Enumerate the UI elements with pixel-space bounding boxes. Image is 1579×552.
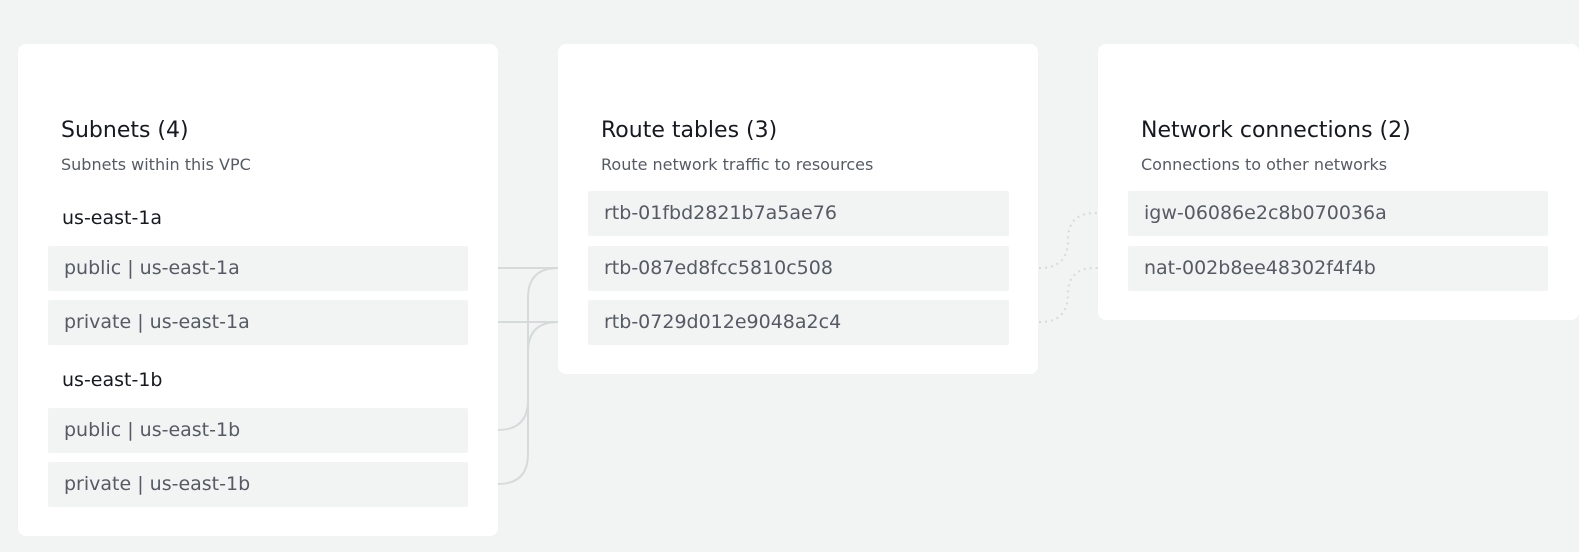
nat-gateway-item[interactable]: nat-002b8ee48302f4f4b [1128, 246, 1548, 291]
subnets-panel-title: Subnets (4) [61, 118, 189, 143]
availability-zone-label-us-east-1a: us-east-1a [62, 207, 163, 229]
subnet-public-us-east-1a[interactable]: public | us-east-1a [48, 246, 468, 291]
route-tables-panel-subtitle: Route network traffic to resources [601, 155, 874, 174]
subnet-public-us-east-1b[interactable]: public | us-east-1b [48, 408, 468, 453]
subnet-private-us-east-1b[interactable]: private | us-east-1b [48, 462, 468, 507]
route-table-item[interactable]: rtb-087ed8fcc5810c508 [588, 246, 1009, 291]
network-connections-panel-subtitle: Connections to other networks [1141, 155, 1388, 174]
internet-gateway-item[interactable]: igw-06086e2c8b070036a [1128, 191, 1548, 236]
route-tables-panel-title: Route tables (3) [601, 118, 778, 143]
subnets-panel-subtitle: Subnets within this VPC [61, 155, 251, 174]
network-connections-panel-title: Network connections (2) [1141, 118, 1411, 143]
availability-zone-label-us-east-1b: us-east-1b [62, 369, 163, 391]
subnet-private-us-east-1a[interactable]: private | us-east-1a [48, 300, 468, 345]
route-table-item[interactable]: rtb-0729d012e9048a2c4 [588, 300, 1009, 345]
route-table-item[interactable]: rtb-01fbd2821b7a5ae76 [588, 191, 1009, 236]
